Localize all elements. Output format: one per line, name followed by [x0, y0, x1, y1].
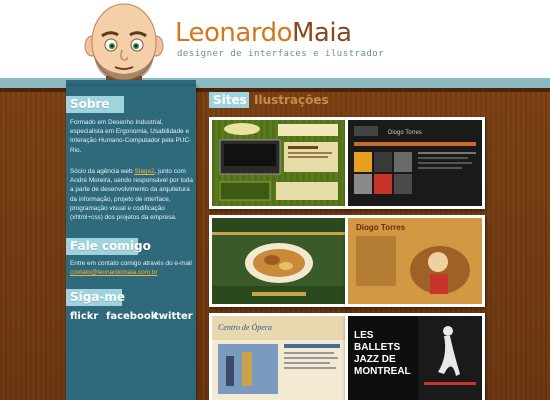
logo-first-name: Leonardo [175, 18, 293, 48]
thumbnail-2-name: Diogo Torres [388, 130, 422, 136]
thumbnail-6-line-2: BALLETS [354, 342, 400, 353]
fale-comigo-text: Entre em contato comigo através do e-mai… [70, 260, 192, 267]
thumbnail-4-image: Diogo Torres [348, 218, 482, 304]
thumbnail-6-line-1: LES [354, 330, 374, 341]
portfolio-thumbnail-3[interactable] [209, 215, 349, 307]
logo-last-name: Maia [292, 18, 352, 48]
thumbnail-4-name: Diogo Torres [356, 223, 406, 232]
sobre-paragraph-2-start: Sócio da agência web [70, 168, 135, 175]
sobre-paragraph-2-end: , junto com André Moreira, sendo respons… [70, 168, 193, 222]
facebook-link[interactable]: facebook [106, 311, 157, 322]
thumbnail-5-title: Centro de Ópera [218, 322, 272, 332]
thumbnail-5-image: Centro de Ópera [212, 316, 346, 400]
siga-me-heading: Siga-me [66, 289, 125, 306]
portfolio-thumbnail-2[interactable]: Diogo Torres [345, 117, 485, 209]
flickr-link[interactable]: flickr [70, 311, 98, 322]
thumbnail-6-line-4: MONTREAL [354, 366, 411, 377]
tab-ilustracoes[interactable]: Ilustrações [254, 92, 329, 108]
thumbnail-3-image [212, 218, 346, 304]
twitter-link[interactable]: twitter [154, 311, 193, 322]
sobre-paragraph-2: Sócio da agência web Stage2, junto com A… [70, 167, 194, 222]
portfolio-thumbnail-4[interactable]: Diogo Torres [345, 215, 485, 307]
site-logo[interactable]: LeonardoMaia [175, 18, 352, 48]
sobre-heading: Sobre [66, 96, 124, 113]
site-tagline: designer de interfaces e ilustrador [177, 49, 385, 59]
tab-sites[interactable]: Sites [209, 92, 249, 108]
portfolio-thumbnail-6[interactable]: LES BALLETS JAZZ DE MONTREAL [345, 313, 485, 400]
fale-comigo-heading: Fale comigo [66, 238, 151, 255]
thumbnail-6-line-3: JAZZ DE [354, 354, 396, 365]
sobre-paragraph-1: Formado em Desenho Industrial, especiali… [70, 119, 192, 154]
email-link-text[interactable]: contato@leonardomaia.com.br [70, 269, 157, 276]
stage2-link[interactable]: Stage2 [134, 168, 154, 175]
portfolio-thumbnail-5[interactable]: Centro de Ópera [209, 313, 349, 400]
thumbnail-2-image: Diogo Torres [348, 120, 482, 206]
thumbnail-6-image: LES BALLETS JAZZ DE MONTREAL [348, 316, 482, 400]
portfolio-thumbnail-1[interactable] [209, 117, 349, 209]
thumbnail-1-image [212, 120, 346, 206]
email-link[interactable]: contato@leonardomaia.com.br [70, 268, 194, 277]
